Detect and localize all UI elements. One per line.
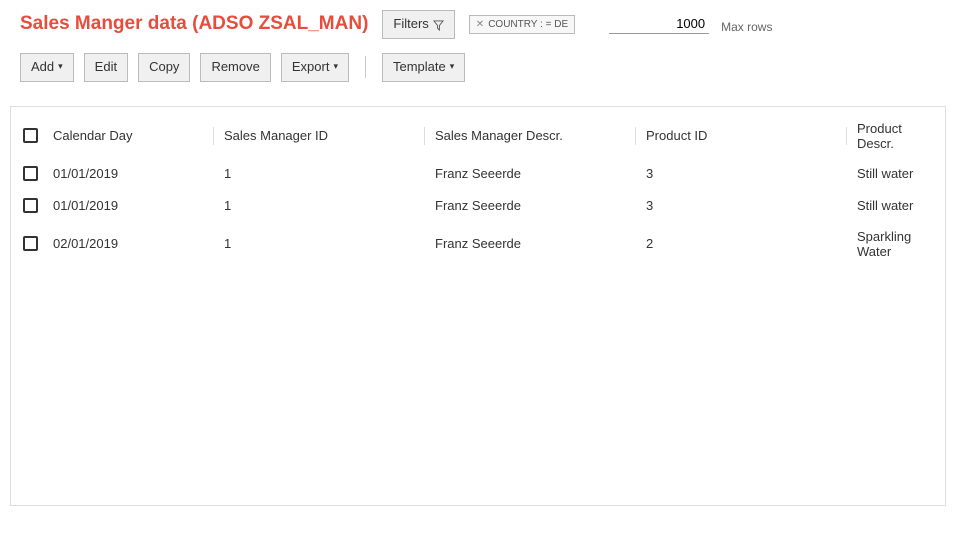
cell-sales-manager-descr: Franz Seeerde bbox=[435, 198, 635, 213]
filter-chip-label: COUNTRY : = DE bbox=[488, 19, 568, 30]
remove-button[interactable]: Remove bbox=[200, 53, 270, 82]
template-button[interactable]: Template ▾ bbox=[382, 53, 465, 82]
copy-button-label: Copy bbox=[149, 59, 179, 76]
cell-sales-manager-id: 1 bbox=[224, 236, 424, 251]
filter-icon bbox=[433, 19, 444, 30]
caret-down-icon: ▾ bbox=[58, 61, 63, 73]
cell-sales-manager-id: 1 bbox=[224, 198, 424, 213]
remove-button-label: Remove bbox=[211, 59, 259, 76]
row-checkbox[interactable] bbox=[23, 166, 38, 181]
export-button[interactable]: Export ▾ bbox=[281, 53, 349, 82]
table-row[interactable]: 01/01/2019 1 Franz Seeerde 3 Still water bbox=[11, 159, 945, 191]
column-separator bbox=[635, 127, 636, 145]
max-rows-label: Max rows bbox=[721, 20, 772, 34]
column-separator bbox=[846, 127, 847, 145]
table-row[interactable]: 01/01/2019 1 Franz Seeerde 3 Still water bbox=[11, 191, 945, 223]
data-grid: Calendar Day Sales Manager ID Sales Mana… bbox=[10, 106, 946, 506]
column-header-sales-manager-id[interactable]: Sales Manager ID bbox=[224, 128, 424, 143]
edit-button[interactable]: Edit bbox=[84, 53, 128, 82]
row-checkbox[interactable] bbox=[23, 236, 38, 251]
column-separator bbox=[213, 127, 214, 145]
cell-calendar-day: 02/01/2019 bbox=[53, 236, 213, 251]
toolbar-separator bbox=[365, 56, 366, 78]
column-separator bbox=[424, 127, 425, 145]
table-row[interactable]: 02/01/2019 1 Franz Seeerde 2 Sparkling Water bbox=[11, 223, 945, 267]
edit-button-label: Edit bbox=[95, 59, 117, 76]
filters-button[interactable]: Filters bbox=[382, 10, 454, 39]
column-header-calendar-day[interactable]: Calendar Day bbox=[53, 128, 213, 143]
add-button[interactable]: Add ▾ bbox=[20, 53, 74, 82]
column-header-sales-manager-descr[interactable]: Sales Manager Descr. bbox=[435, 128, 635, 143]
grid-header-row: Calendar Day Sales Manager ID Sales Mana… bbox=[11, 107, 945, 159]
close-icon: ✕ bbox=[476, 19, 484, 30]
cell-calendar-day: 01/01/2019 bbox=[53, 198, 213, 213]
cell-product-id: 3 bbox=[646, 166, 846, 181]
column-header-product-descr[interactable]: Product Descr. bbox=[857, 121, 933, 151]
cell-calendar-day: 01/01/2019 bbox=[53, 166, 213, 181]
column-header-product-id[interactable]: Product ID bbox=[646, 128, 846, 143]
caret-down-icon: ▾ bbox=[450, 61, 455, 73]
export-button-label: Export bbox=[292, 59, 330, 76]
cell-product-id: 3 bbox=[646, 198, 846, 213]
filter-chip-country[interactable]: ✕ COUNTRY : = DE bbox=[469, 15, 575, 34]
select-all-checkbox[interactable] bbox=[23, 128, 38, 143]
filters-button-label: Filters bbox=[393, 16, 428, 33]
caret-down-icon: ▾ bbox=[333, 61, 338, 73]
template-button-label: Template bbox=[393, 59, 446, 76]
cell-product-descr: Sparkling Water bbox=[857, 229, 933, 259]
add-button-label: Add bbox=[31, 59, 54, 76]
max-rows-input[interactable] bbox=[609, 14, 709, 34]
cell-product-descr: Still water bbox=[857, 166, 933, 181]
row-checkbox[interactable] bbox=[23, 198, 38, 213]
cell-sales-manager-descr: Franz Seeerde bbox=[435, 166, 635, 181]
copy-button[interactable]: Copy bbox=[138, 53, 190, 82]
cell-sales-manager-id: 1 bbox=[224, 166, 424, 181]
cell-product-descr: Still water bbox=[857, 198, 933, 213]
page-title: Sales Manger data (ADSO ZSAL_MAN) bbox=[20, 13, 368, 36]
cell-sales-manager-descr: Franz Seeerde bbox=[435, 236, 635, 251]
cell-product-id: 2 bbox=[646, 236, 846, 251]
